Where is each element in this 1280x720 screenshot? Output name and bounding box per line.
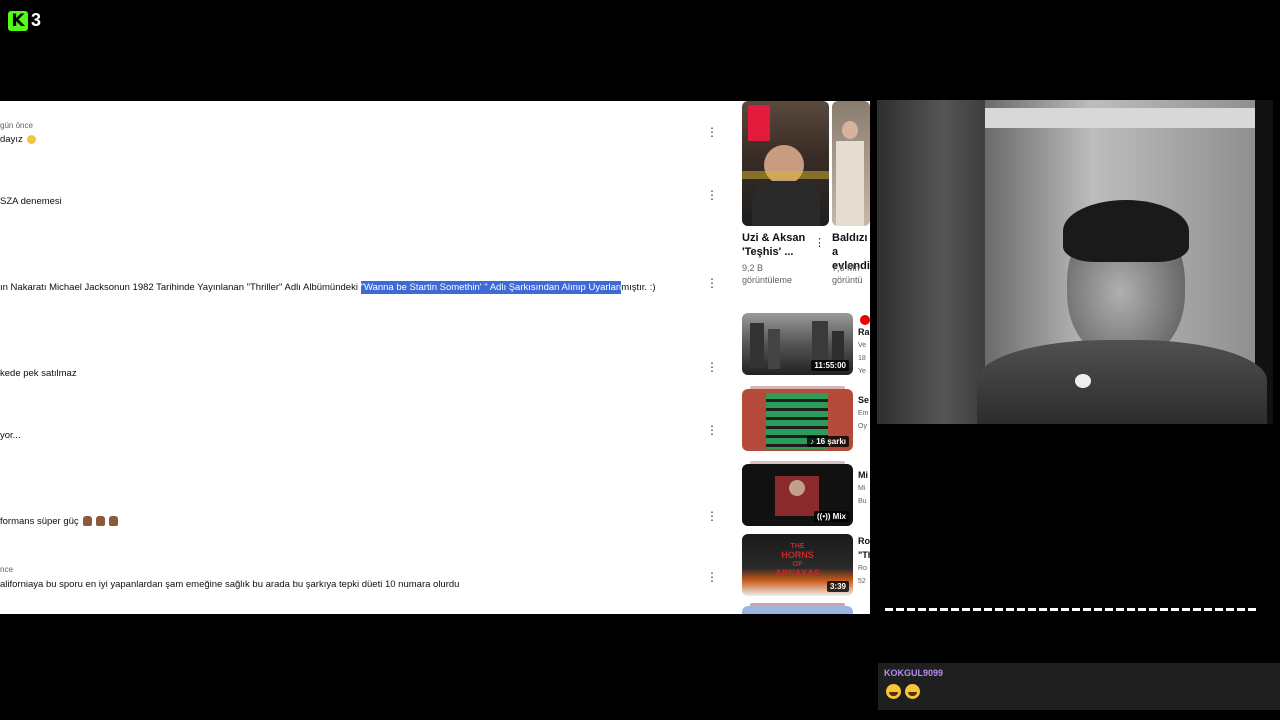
mix-thumbnail[interactable]: ((•)) Mix	[742, 464, 853, 526]
microphone-icon	[1075, 374, 1091, 388]
video-item[interactable]	[742, 603, 870, 614]
thumb-text: HORNS	[781, 550, 814, 560]
playlist-title[interactable]: Se	[858, 393, 870, 407]
short-thumbnail[interactable]	[742, 101, 829, 226]
comments-section: gün önce dayız ⋮ SZA denemesi ⋮ ın Nakar…	[0, 101, 730, 614]
playlist-count: ♪ 16 şarkı	[806, 436, 849, 447]
comment-text: yor...	[0, 430, 21, 441]
chat-message-body	[886, 684, 920, 699]
live-dot-icon	[860, 315, 870, 325]
stream-logo: K 3	[8, 10, 41, 31]
chat-message: KOKGUL9099	[878, 663, 1280, 710]
webcam-feed	[877, 100, 1273, 424]
comment-meta: gün önce	[0, 121, 33, 130]
short-item[interactable]: Uzi & Aksan 'Teşhis' ... ⋮ 9,2 Bgörüntül…	[742, 101, 829, 285]
comment-more-icon[interactable]: ⋮	[706, 510, 718, 522]
short-thumbnail[interactable]	[832, 101, 870, 226]
mix-title[interactable]: Mi	[858, 468, 870, 482]
mix-label: ((•)) Mix	[813, 511, 849, 522]
logo-number: 3	[31, 10, 42, 30]
short-more-icon[interactable]: ⋮	[814, 236, 825, 249]
video-thumbnail[interactable]: 11:55:00	[742, 313, 853, 375]
video-item[interactable]: THE HORNS OF ABNAXAS 3:39 Ro "Th Ro 52	[742, 534, 870, 598]
short-title[interactable]: Uzi & Aksan 'Teşhis' ...	[742, 231, 822, 259]
short-views: 7,6 Mn görüntü	[832, 263, 863, 285]
comment-more-icon[interactable]: ⋮	[706, 424, 718, 436]
comment-text: aliforniaya bu sporu en iyi yapanlardan …	[0, 579, 460, 590]
mix-stats: Bu	[858, 498, 867, 505]
short-views: 9,2 Bgörüntüleme	[742, 263, 793, 285]
browser-capture: gün önce dayız ⋮ SZA denemesi ⋮ ın Nakar…	[0, 101, 870, 614]
comment-text: dayız	[0, 134, 36, 145]
video-info: Ro "Th Ro 52	[858, 534, 870, 588]
playlist-item[interactable]: ♪ 16 şarkı Se Em Oy	[742, 386, 870, 453]
comment-more-icon[interactable]: ⋮	[706, 126, 718, 138]
playlist-info: Se Em Oy	[858, 389, 870, 433]
laughing-emoji-icon	[886, 684, 901, 699]
kick-logo-icon: K	[8, 10, 28, 31]
mix-info: Mi Mi Bu	[858, 464, 870, 508]
shorts-shelf: Uzi & Aksan 'Teşhis' ... ⋮ 9,2 Bgörüntül…	[742, 101, 870, 301]
thumbs-up-icon	[95, 516, 105, 527]
video-title[interactable]: Ro	[858, 534, 870, 548]
mix-channel: Mi	[858, 485, 866, 492]
video-badge: Ye	[858, 368, 866, 375]
video-duration: 3:39	[826, 581, 849, 592]
video-title[interactable]: "Th	[858, 548, 870, 562]
laughing-emoji-icon	[905, 684, 920, 699]
comment-more-icon[interactable]: ⋮	[706, 361, 718, 373]
chat-username[interactable]: KOKGUL9099	[884, 668, 943, 678]
video-stats: 52	[858, 578, 866, 585]
video-item[interactable]: 11:55:00 Ra Ve 18 Ye	[742, 313, 870, 377]
video-thumbnail[interactable]: THE HORNS OF ABNAXAS 3:39	[742, 534, 853, 596]
video-channel: Ro	[858, 565, 867, 572]
video-title[interactable]: Ra	[858, 325, 870, 339]
comment-meta: nce	[0, 565, 13, 574]
video-channel: Ve	[858, 342, 867, 349]
thumb-text: ABNAXAS	[775, 568, 820, 578]
comment-text: formans süper güç	[0, 516, 118, 527]
divider-dashes	[885, 608, 1257, 611]
comment-text: SZA denemesi	[0, 196, 62, 207]
thumbs-up-icon	[82, 516, 92, 527]
comment-more-icon[interactable]: ⋮	[706, 277, 718, 289]
video-stats: 18	[858, 355, 866, 362]
thumbs-up-icon	[108, 516, 118, 527]
playlist-channel: Em	[858, 410, 869, 417]
mix-item[interactable]: ((•)) Mix Mi Mi Bu	[742, 461, 870, 528]
comment-more-icon[interactable]: ⋮	[706, 189, 718, 201]
video-thumbnail[interactable]	[742, 606, 853, 614]
sad-emoji-icon	[26, 134, 36, 144]
playlist-stats: Oy	[858, 423, 867, 430]
comment-more-icon[interactable]: ⋮	[706, 571, 718, 583]
video-info: Ra Ve 18 Ye	[858, 313, 870, 378]
comment-text: ın Nakaratı Michael Jacksonun 1982 Tarih…	[0, 281, 656, 294]
selected-text[interactable]: "Wanna be Startin Somethin' " Adlı Şarkı…	[360, 281, 622, 294]
comment-text: kede pek satılmaz	[0, 368, 77, 379]
video-duration: 11:55:00	[811, 360, 849, 371]
short-item[interactable]: Baldızı a evlendin 7,6 Mngörüntü	[832, 101, 870, 285]
playlist-thumbnail[interactable]: ♪ 16 şarkı	[742, 389, 853, 451]
